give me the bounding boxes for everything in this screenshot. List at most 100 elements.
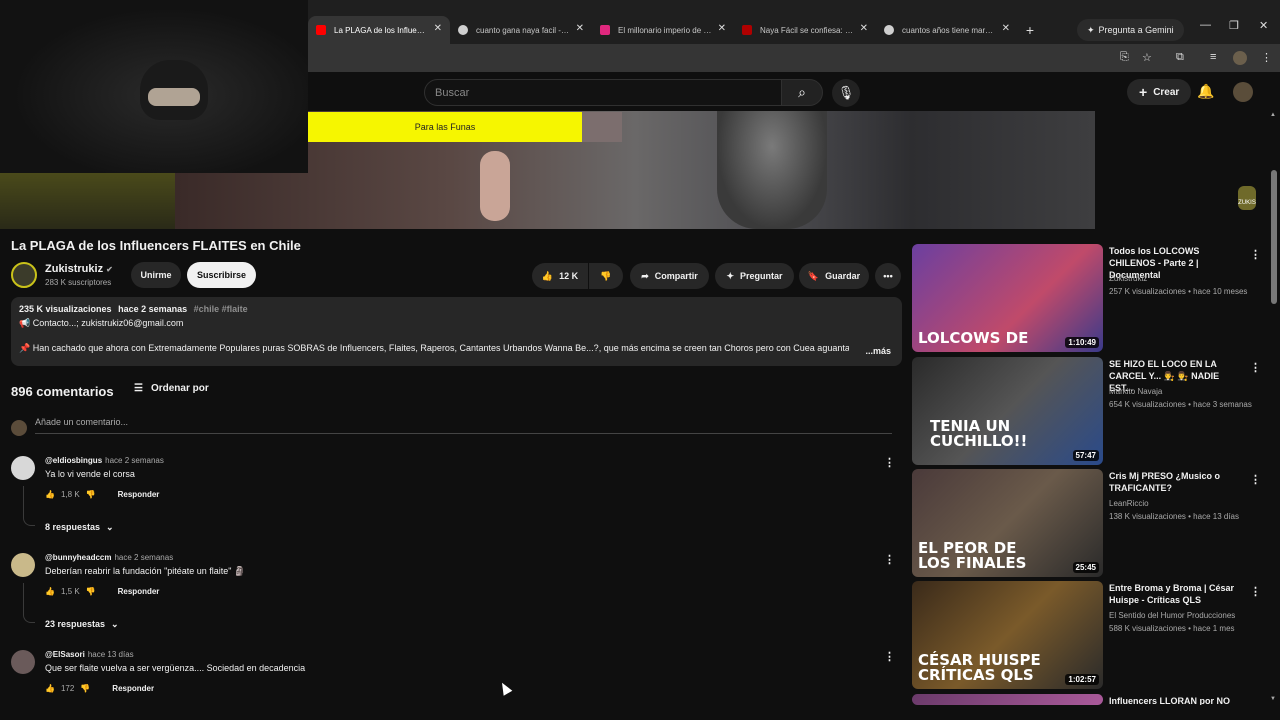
comment-menu-icon[interactable]: ⋮ — [884, 650, 895, 663]
sort-label: Ordenar por — [150, 383, 209, 394]
subscribe-button[interactable]: Suscribirse — [187, 262, 256, 288]
thumbnail-caption: LOLCOWS DE — [918, 329, 1029, 347]
current-user-avatar — [11, 420, 27, 436]
recommended-title[interactable]: Entre Broma y Broma | César Huispe - Crí… — [1109, 582, 1237, 606]
share-button[interactable]: ➦ Compartir — [630, 263, 709, 289]
channel-name[interactable]: Zukistrukiz ✔ — [45, 263, 113, 275]
recommendation-menu-icon[interactable]: ⋮ — [1250, 361, 1261, 374]
recommended-channel[interactable]: El Sentido del Humor Producciones — [1109, 611, 1235, 620]
more-actions-button[interactable]: ••• — [875, 263, 901, 289]
comment-text: Que ser flaite vuelva a ser vergüenza...… — [45, 663, 306, 673]
sort-comments-button[interactable]: ☰ Ordenar por — [134, 383, 209, 394]
reply-button[interactable]: Responder — [118, 490, 160, 499]
recommended-title[interactable]: Influencers LLORAN por NO — [1109, 695, 1237, 705]
scroll-down-arrow-icon[interactable]: ▼ — [1270, 696, 1276, 702]
close-tab-icon[interactable]: ✕ — [434, 23, 442, 34]
comment-dislike-icon[interactable]: 👎 — [80, 684, 90, 693]
like-button[interactable]: 👍 12 K — [532, 263, 588, 289]
recommended-video[interactable]: EL PEOR DE LOS FINALES 25:45 Cris Mj PRE… — [912, 469, 1261, 577]
comment-actions: 👍 1,5 K 👎 Responder — [45, 587, 159, 596]
video-thumbnail[interactable]: LOLCOWS DE 1:10:49 — [912, 244, 1103, 352]
create-button[interactable]: + Crear — [1127, 79, 1192, 105]
comment-author[interactable]: @bunnyheadccm — [45, 553, 111, 562]
close-tab-icon[interactable]: ✕ — [718, 23, 726, 34]
maximize-icon[interactable]: ❐ — [1229, 19, 1239, 32]
gemini-button[interactable]: ✦ Pregunta a Gemini — [1077, 19, 1184, 41]
video-description[interactable]: 235 K visualizaciones hace 2 semanas #ch… — [11, 297, 902, 366]
recommended-channel[interactable]: Zukistrukiz — [1109, 274, 1147, 283]
comment-age: hace 2 semanas — [114, 553, 174, 562]
close-tab-icon[interactable]: ✕ — [576, 23, 584, 34]
tab-article-1[interactable]: El millonario imperio de Naya Fácil ✕ — [592, 16, 734, 44]
dislike-button[interactable]: 👎 — [589, 263, 623, 289]
reply-button[interactable]: Responder — [118, 587, 160, 596]
google-favicon-icon — [884, 25, 894, 35]
voice-search-button[interactable]: 🎙 — [832, 79, 860, 107]
close-window-icon[interactable]: ✕ — [1259, 19, 1268, 32]
recommended-video[interactable]: TENIA UN CUCHILLO!! 57:47 SE HIZO EL LOC… — [912, 357, 1261, 465]
show-more-link[interactable]: ...más — [865, 346, 891, 356]
comment-author[interactable]: @ElSasori — [45, 650, 85, 659]
tab-google-search-2[interactable]: cuantos años tiene markus - Buscar con G… — [876, 16, 1018, 44]
google-favicon-icon — [458, 25, 468, 35]
video-thumbnail[interactable]: EL PEOR DE LOS FINALES 25:45 — [912, 469, 1103, 577]
comment-author[interactable]: @eldiosbingus — [45, 456, 102, 465]
comment-menu-icon[interactable]: ⋮ — [884, 553, 895, 566]
commenter-avatar[interactable] — [11, 553, 35, 577]
comment-like-icon[interactable]: 👍 — [45, 684, 55, 693]
commenter-avatar[interactable] — [11, 650, 35, 674]
recommended-video[interactable]: LOLCOWS DE 1:10:49 Todos los LOLCOWS CHI… — [912, 244, 1261, 352]
recommended-video[interactable]: CÉSAR HUISPE CRÍTICAS QLS 1:02:57 Entre … — [912, 581, 1261, 689]
close-tab-icon[interactable]: ✕ — [860, 23, 868, 34]
search-input[interactable]: Buscar — [424, 79, 782, 106]
video-left-edge — [0, 173, 175, 229]
comment-dislike-icon[interactable]: 👎 — [86, 587, 96, 596]
comment-menu-icon[interactable]: ⋮ — [884, 456, 895, 469]
notifications-bell-icon[interactable]: 🔔 — [1197, 83, 1214, 100]
browser-menu-icon[interactable]: ⋮ — [1261, 51, 1272, 64]
video-overlay-banner: Para las Funas — [308, 112, 582, 142]
install-app-icon[interactable]: ⎘ — [1120, 51, 1129, 64]
video-thumbnail[interactable] — [912, 694, 1103, 705]
hashtags[interactable]: #chile #flaite — [194, 304, 248, 314]
tab-youtube-video[interactable]: La PLAGA de los Influencers FLAITES en C… — [308, 16, 450, 44]
ask-label: Preguntar — [740, 271, 783, 281]
save-button[interactable]: 🔖 Guardar — [799, 263, 869, 289]
tab-google-search-1[interactable]: cuanto gana naya facil - Buscar con Goog… — [450, 16, 592, 44]
bookmark-star-icon[interactable]: ☆ — [1142, 51, 1152, 64]
comment-like-icon[interactable]: 👍 — [45, 490, 55, 499]
join-button[interactable]: Unirme — [131, 262, 181, 288]
new-tab-button[interactable]: + — [1018, 22, 1042, 38]
extensions-icon[interactable]: ⧉ — [1176, 51, 1184, 64]
comment-dislike-icon[interactable]: 👎 — [86, 490, 96, 499]
reply-button[interactable]: Responder — [112, 684, 154, 693]
view-replies-button[interactable]: 23 respuestas ⌄ — [45, 619, 119, 630]
search-button[interactable]: ⌕ — [781, 79, 823, 106]
scroll-up-arrow-icon[interactable]: ▲ — [1270, 112, 1276, 118]
video-thumbnail[interactable]: TENIA UN CUCHILLO!! 57:47 — [912, 357, 1103, 465]
recommended-video[interactable]: Influencers LLORAN por NO — [912, 694, 1257, 705]
close-tab-icon[interactable]: ✕ — [1002, 23, 1010, 34]
minimize-icon[interactable]: — — [1200, 19, 1211, 31]
media-control-icon[interactable]: ≡ — [1210, 51, 1216, 63]
add-comment-input[interactable]: Añade un comentario... — [35, 417, 892, 434]
recommended-channel[interactable]: Markito Navaja — [1109, 387, 1162, 396]
recommendation-menu-icon[interactable]: ⋮ — [1250, 248, 1261, 261]
recommendation-menu-icon[interactable]: ⋮ — [1250, 473, 1261, 486]
commenter-avatar[interactable] — [11, 456, 35, 480]
channel-avatar[interactable] — [11, 262, 37, 288]
recommended-title[interactable]: Cris Mj PRESO ¿Musico o TRAFICANTE? — [1109, 470, 1237, 494]
view-replies-button[interactable]: 8 respuestas ⌄ — [45, 522, 114, 533]
tab-article-2[interactable]: Naya Fácil se confiesa: cuánto gana ✕ — [734, 16, 876, 44]
comment-like-count: 1,8 K — [60, 490, 80, 499]
comment-like-icon[interactable]: 👍 — [45, 587, 55, 596]
ask-button[interactable]: ✦ Preguntar — [715, 263, 794, 289]
video-thumbnail[interactable]: CÉSAR HUISPE CRÍTICAS QLS 1:02:57 — [912, 581, 1103, 689]
page-scrollbar-thumb[interactable] — [1271, 170, 1277, 304]
account-avatar[interactable] — [1233, 82, 1253, 102]
profile-avatar[interactable] — [1233, 51, 1247, 65]
tab-title: La PLAGA de los Influencers FLAITES en C… — [334, 25, 428, 35]
plus-icon: + — [1139, 84, 1148, 100]
recommended-channel[interactable]: LeanRiccio — [1109, 499, 1149, 508]
recommendation-menu-icon[interactable]: ⋮ — [1250, 585, 1261, 598]
